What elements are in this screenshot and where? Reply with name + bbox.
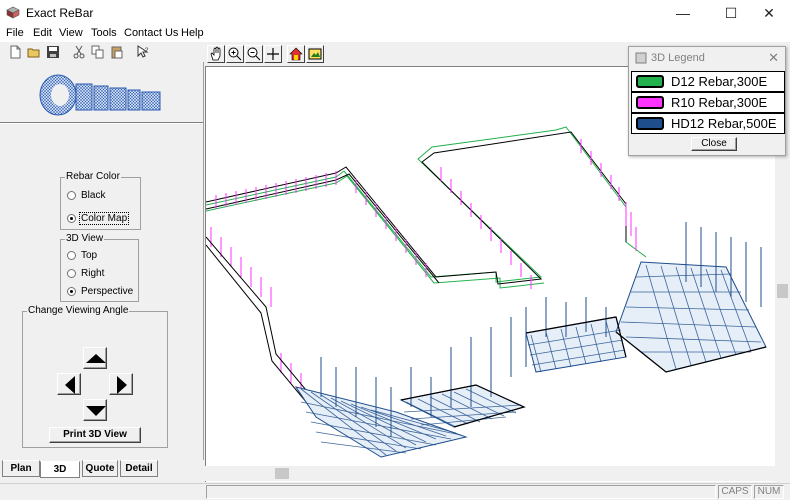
hand-icon — [210, 46, 221, 61]
legend-item-d12: D12 Rebar,300E — [631, 71, 785, 92]
menu-tools[interactable]: Tools — [91, 27, 117, 39]
radio-perspective[interactable] — [67, 287, 76, 296]
tab-detail[interactable]: Detail — [120, 460, 158, 477]
zoom-in-icon — [228, 47, 242, 61]
print-3d-view-button[interactable]: Print 3D View — [49, 427, 141, 443]
menu-help[interactable]: Help — [181, 27, 204, 39]
rotate-up-button[interactable] — [83, 347, 107, 369]
zoom-in-button[interactable] — [226, 45, 244, 63]
panel-separator — [0, 122, 203, 124]
radio-black-label: Black — [81, 190, 106, 201]
legend-label-d12: D12 Rebar,300E — [671, 74, 768, 89]
rotate-down-button[interactable] — [83, 399, 107, 421]
viewing-angle-group: Change Viewing Angle Print 3D View — [22, 305, 168, 448]
cut-icon[interactable] — [72, 45, 86, 59]
rotate-right-button[interactable] — [109, 373, 133, 395]
radio-top-label: Top — [81, 250, 98, 261]
cadmethods-logo — [39, 74, 161, 116]
zoom-out-icon — [247, 47, 261, 61]
radio-right[interactable] — [67, 269, 76, 278]
viewing-angle-title: Change Viewing Angle — [27, 305, 130, 316]
rebar-color-title: Rebar Color — [65, 171, 121, 182]
minimize-button[interactable]: — — [660, 0, 706, 26]
arrow-up-icon — [86, 354, 106, 363]
colour-house-button[interactable] — [287, 45, 305, 63]
legend-close-icon[interactable]: ✕ — [768, 50, 779, 66]
view-tabs: Plan 3D Quote Detail — [0, 460, 204, 478]
horizontal-scrollbar[interactable] — [205, 466, 775, 481]
radio-right-label: Right — [81, 268, 105, 279]
view-3d-group: 3D View Top Right Perspective — [60, 233, 139, 302]
menu-contact-us[interactable]: Contact Us — [124, 27, 178, 39]
swatch-hd12 — [636, 117, 664, 130]
vertical-scroll-thumb[interactable] — [777, 284, 788, 298]
crosshair-button[interactable] — [264, 45, 282, 63]
crosshair-icon — [267, 48, 279, 60]
picture-icon — [308, 48, 322, 60]
status-message — [206, 485, 716, 499]
view-3d-title: 3D View — [65, 233, 105, 244]
main-toolbar: ? — [0, 42, 204, 62]
menu-view[interactable]: View — [59, 27, 83, 39]
rebar-color-group: Rebar Color Black Color Map — [60, 171, 141, 230]
zoom-out-button[interactable] — [245, 45, 263, 63]
legend-window-icon — [635, 52, 647, 64]
status-num: NUM — [754, 485, 784, 499]
legend-label-r10: R10 Rebar,300E — [671, 95, 768, 110]
title-bar: Exact ReBar — ☐ ✕ — [0, 0, 790, 26]
legend-item-hd12: HD12 Rebar,500E — [631, 113, 785, 134]
svg-text:?: ? — [145, 48, 149, 54]
status-caps: CAPS — [718, 485, 752, 499]
left-panel: Rebar Color Black Color Map 3D View Top … — [0, 62, 204, 460]
radio-color-map[interactable] — [67, 214, 76, 223]
menu-bar: File Edit View Tools Contact Us Help — [0, 26, 790, 42]
tab-plan[interactable]: Plan — [2, 460, 40, 477]
paste-icon[interactable] — [110, 45, 124, 59]
tab-quote[interactable]: Quote — [82, 460, 118, 477]
save-icon[interactable] — [46, 45, 60, 59]
legend-window: 3D Legend ✕ D12 Rebar,300E R10 Rebar,300… — [628, 46, 786, 156]
help-pointer-icon[interactable]: ? — [136, 45, 150, 59]
radio-top[interactable] — [67, 251, 76, 260]
menu-edit[interactable]: Edit — [33, 27, 52, 39]
legend-close-button[interactable]: Close — [691, 137, 737, 151]
arrow-down-icon — [86, 406, 106, 416]
arrow-left-icon — [65, 376, 75, 394]
tab-3d[interactable]: 3D — [40, 461, 80, 478]
app-icon — [6, 6, 20, 19]
swatch-d12 — [636, 75, 664, 88]
rotate-left-button[interactable] — [57, 373, 81, 395]
horizontal-scroll-thumb[interactable] — [275, 468, 289, 479]
house-icon — [289, 47, 303, 61]
legend-label-hd12: HD12 Rebar,500E — [671, 116, 777, 131]
radio-black[interactable] — [67, 191, 76, 200]
view-toolbar — [205, 43, 325, 65]
export-picture-button[interactable] — [306, 45, 324, 63]
open-folder-icon[interactable] — [27, 45, 41, 59]
window-title: Exact ReBar — [26, 6, 94, 20]
arrow-right-icon — [117, 376, 127, 394]
radio-perspective-label: Perspective — [81, 286, 134, 297]
swatch-r10 — [636, 96, 664, 109]
legend-title: 3D Legend — [651, 52, 705, 64]
new-file-icon[interactable] — [8, 45, 22, 59]
menu-file[interactable]: File — [6, 27, 24, 39]
copy-icon[interactable] — [91, 45, 105, 59]
pan-button[interactable] — [207, 45, 225, 63]
radio-color-map-label: Color Map — [79, 212, 130, 225]
close-button[interactable]: ✕ — [746, 0, 790, 26]
legend-item-r10: R10 Rebar,300E — [631, 92, 785, 113]
status-bar: CAPS NUM — [0, 483, 790, 500]
